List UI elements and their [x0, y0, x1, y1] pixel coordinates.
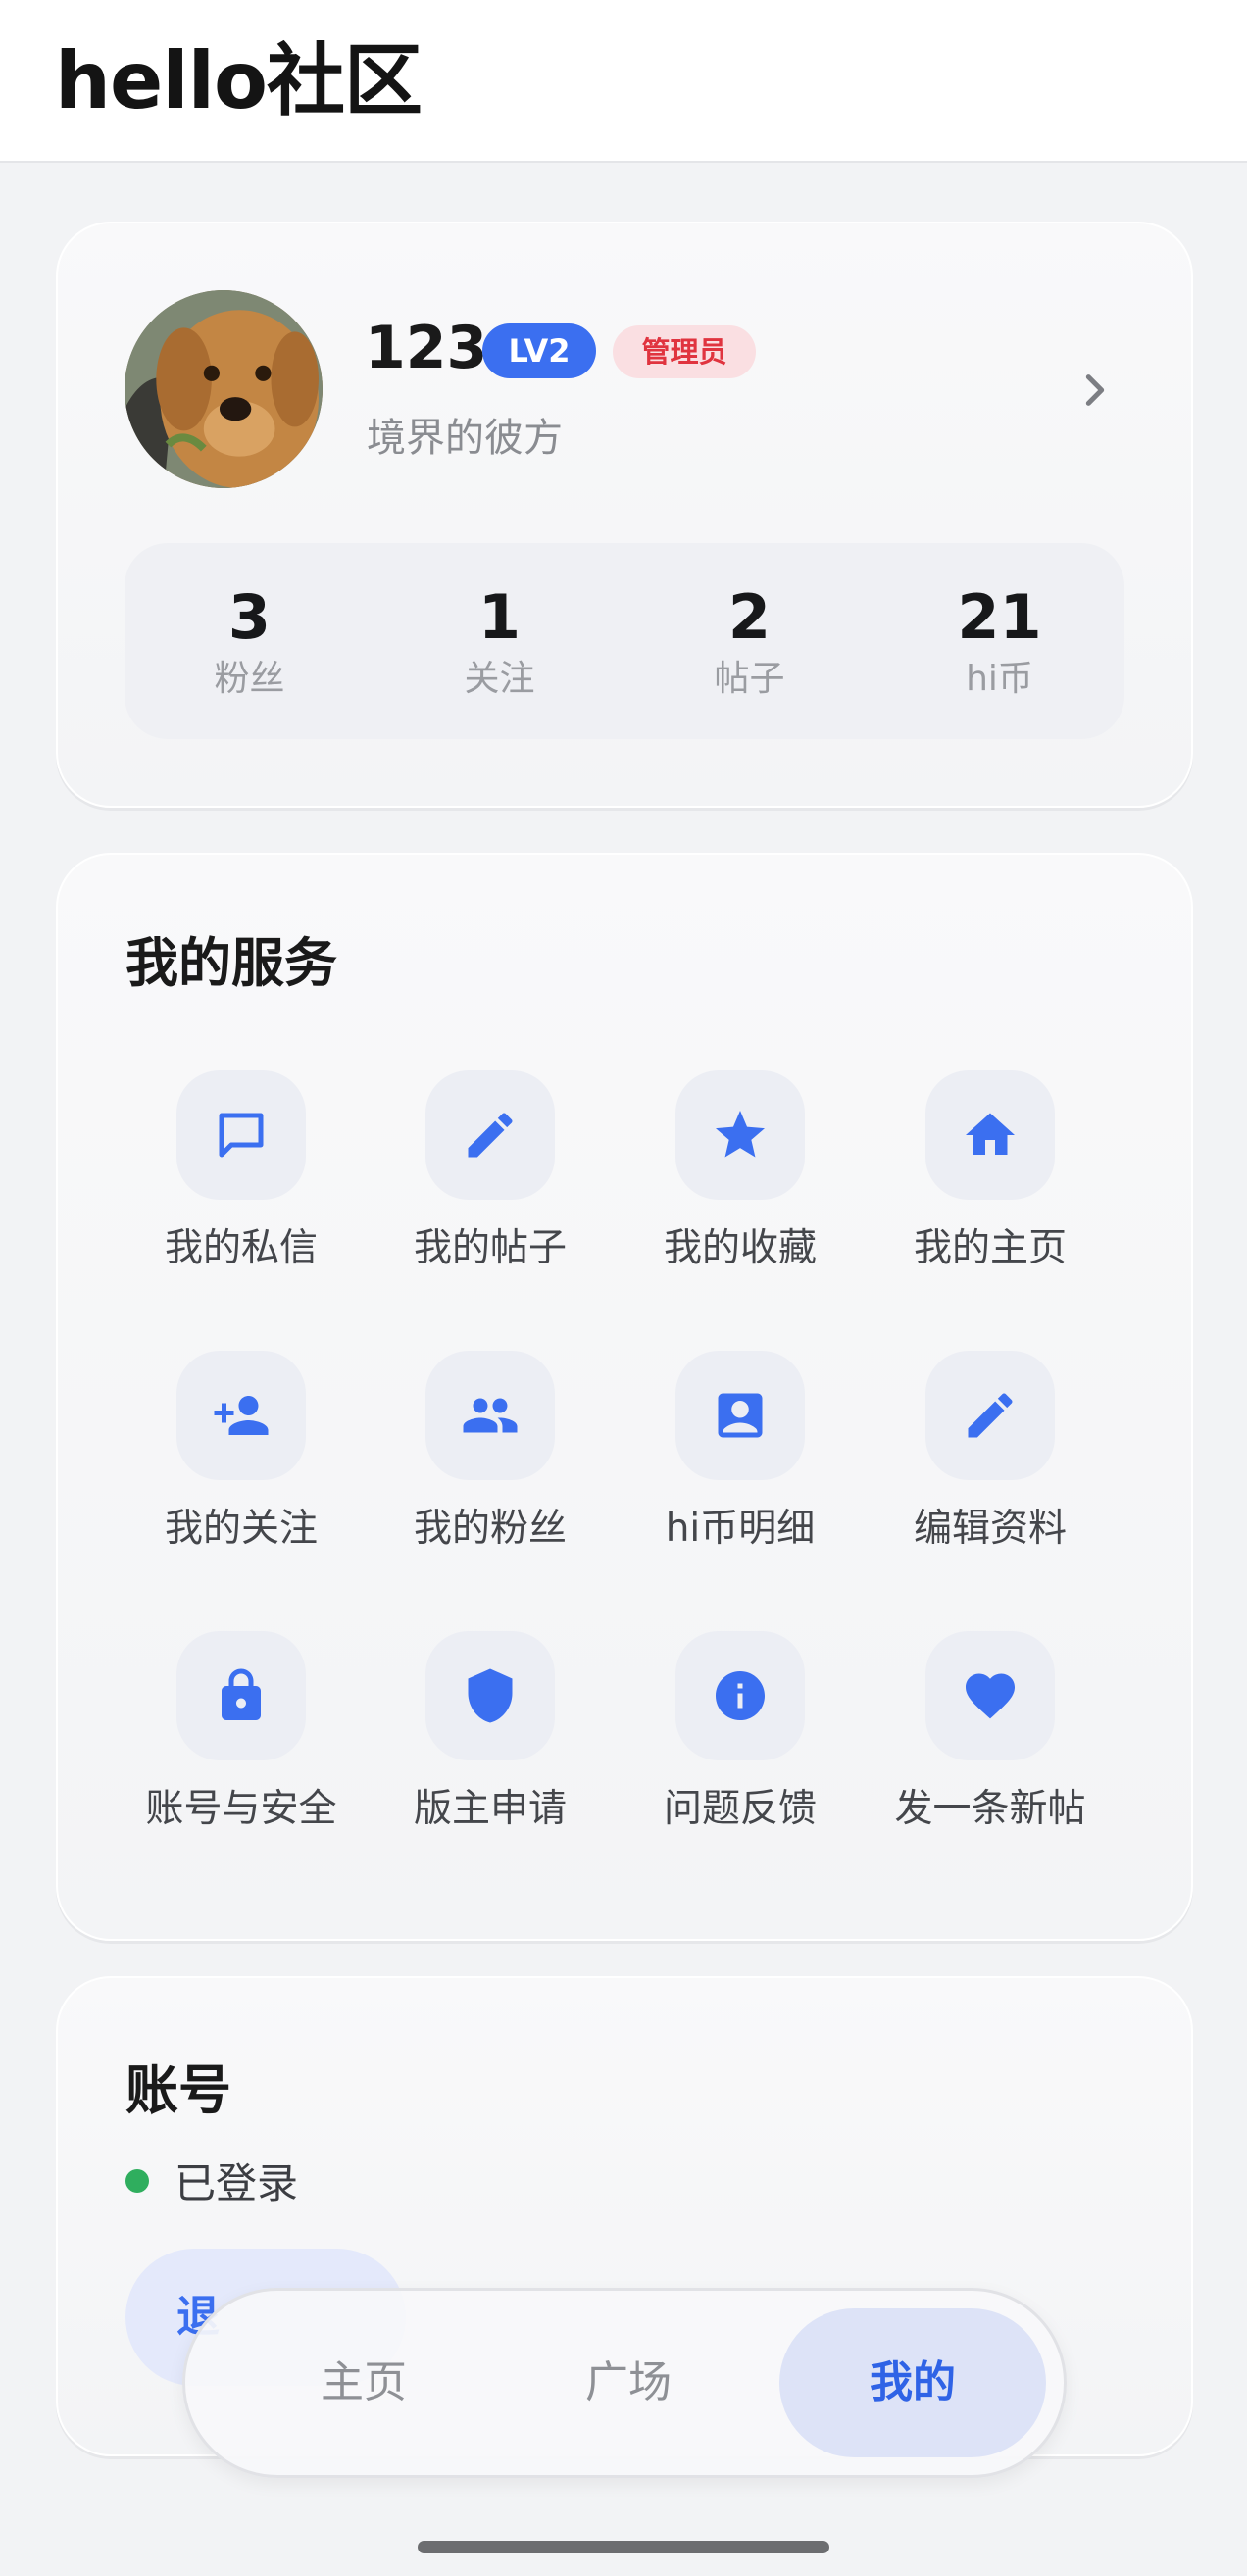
service-label: 发一条新帖	[894, 1787, 1086, 1831]
service-icon-box	[925, 1631, 1055, 1760]
info-icon	[716, 1671, 765, 1720]
username: 123	[365, 314, 488, 382]
service-icon-box	[425, 1070, 555, 1200]
home-icon	[966, 1113, 1015, 1155]
service-label: 我的私信	[164, 1226, 318, 1270]
avatar[interactable]	[125, 290, 323, 488]
chevron-right-icon[interactable]	[1075, 371, 1115, 410]
service-label: 我的收藏	[663, 1226, 817, 1270]
service-label: 账号与安全	[145, 1787, 337, 1831]
service-label: 我的粉丝	[413, 1507, 567, 1551]
service-label: 问题反馈	[663, 1787, 817, 1831]
service-icon-box	[176, 1631, 306, 1760]
profile-bio: 境界的彼方	[367, 416, 563, 461]
app-header: hello社区	[0, 0, 1247, 163]
lock-icon	[222, 1668, 261, 1720]
heart-icon	[966, 1673, 1015, 1719]
stat-value: 21	[957, 581, 1042, 653]
tab-mine[interactable]: 我的	[779, 2308, 1046, 2457]
service-edit-profile[interactable]: 编辑资料	[863, 1351, 1118, 1553]
services-card: 我的服务 我的私信 我的帖子 我的收藏 我的主页 我的关注 我的粉丝 hi币明细…	[56, 853, 1193, 1941]
group-icon	[463, 1398, 518, 1433]
stat-value: 1	[477, 581, 522, 653]
tab-home[interactable]: 主页	[230, 2308, 497, 2457]
service-label: 版主申请	[413, 1787, 567, 1831]
service-moderator-apply[interactable]: 版主申请	[363, 1631, 618, 1833]
service-account-security[interactable]: 账号与安全	[114, 1631, 369, 1833]
service-feedback[interactable]: 问题反馈	[613, 1631, 868, 1833]
service-label: 编辑资料	[913, 1507, 1067, 1551]
message-icon	[219, 1113, 264, 1158]
service-icon-box	[176, 1070, 306, 1200]
service-fans[interactable]: 我的粉丝	[363, 1351, 618, 1553]
stat-posts[interactable]: 2 帖子	[624, 543, 874, 739]
login-status: 已登录	[125, 2151, 298, 2210]
star-icon	[716, 1111, 765, 1158]
service-label: 我的关注	[164, 1507, 318, 1551]
level-badge: LV2	[482, 323, 596, 378]
service-label: hi币明细	[665, 1507, 816, 1551]
shield-icon	[468, 1668, 513, 1723]
service-label: 我的主页	[913, 1226, 1067, 1270]
service-icon-box	[425, 1631, 555, 1760]
bottom-tab-bar: 主页 广场 我的	[182, 2288, 1067, 2478]
stat-value: 3	[227, 581, 272, 653]
service-messages[interactable]: 我的私信	[114, 1070, 369, 1272]
stat-label: hi币	[966, 659, 1033, 699]
person-add-icon	[214, 1396, 269, 1435]
contact-card-icon	[718, 1393, 763, 1438]
online-status-dot	[125, 2168, 149, 2193]
stat-coins[interactable]: 21 hi币	[874, 543, 1124, 739]
profile-card[interactable]: 123 LV2 管理员 境界的彼方 3 粉丝 1 关注 2 帖子 21 hi币	[56, 222, 1193, 808]
service-my-posts[interactable]: 我的帖子	[363, 1070, 618, 1272]
pencil-icon	[468, 1113, 513, 1158]
stat-label: 关注	[464, 659, 535, 699]
service-favorites[interactable]: 我的收藏	[613, 1070, 868, 1272]
tab-plaza[interactable]: 广场	[495, 2308, 762, 2457]
service-following[interactable]: 我的关注	[114, 1351, 369, 1553]
stat-following[interactable]: 1 关注	[374, 543, 624, 739]
login-status-text: 已登录	[175, 2159, 299, 2207]
pencil-icon	[968, 1393, 1013, 1438]
app-title: hello社区	[55, 35, 423, 126]
service-icon-box	[675, 1351, 805, 1480]
account-title: 账号	[125, 2059, 231, 2121]
stat-value: 2	[727, 581, 772, 653]
service-label: 我的帖子	[413, 1226, 567, 1270]
service-icon-box	[425, 1351, 555, 1480]
service-homepage[interactable]: 我的主页	[863, 1070, 1118, 1272]
stat-followers[interactable]: 3 粉丝	[125, 543, 374, 739]
home-indicator[interactable]	[418, 2541, 829, 2553]
profile-stats: 3 粉丝 1 关注 2 帖子 21 hi币	[125, 543, 1124, 739]
service-new-post[interactable]: 发一条新帖	[863, 1631, 1118, 1833]
service-icon-box	[925, 1351, 1055, 1480]
service-icon-box	[675, 1631, 805, 1760]
services-title: 我的服务	[125, 932, 337, 994]
service-icon-box	[925, 1070, 1055, 1200]
role-badge: 管理员	[613, 325, 756, 378]
service-icon-box	[675, 1070, 805, 1200]
stat-label: 粉丝	[214, 659, 285, 699]
service-coin-details[interactable]: hi币明细	[613, 1351, 868, 1553]
service-icon-box	[176, 1351, 306, 1480]
stat-label: 帖子	[714, 659, 785, 699]
avatar-dog-image	[125, 290, 323, 488]
